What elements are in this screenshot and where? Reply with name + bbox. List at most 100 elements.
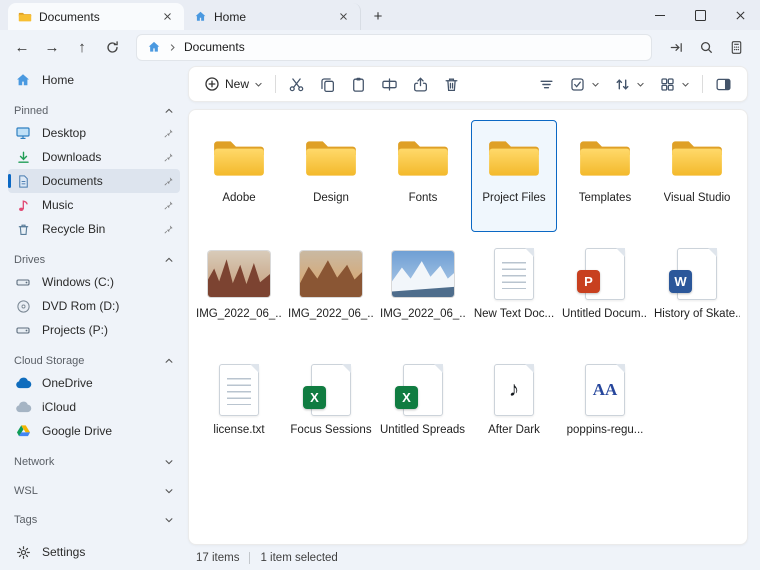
sidebar-item-settings[interactable]: Settings: [8, 540, 180, 564]
file-label: Focus Sessions: [290, 424, 371, 436]
address-bar[interactable]: Documents: [136, 34, 652, 61]
sidebar-item-dvd-d[interactable]: DVD Rom (D:): [8, 294, 180, 318]
new-tab-button[interactable]: +: [365, 4, 391, 28]
close-button[interactable]: [720, 0, 760, 30]
file-label: Adobe: [222, 192, 255, 204]
new-button[interactable]: New: [197, 70, 270, 98]
excel-icon: X: [403, 361, 443, 419]
breadcrumb-home-icon[interactable]: [147, 40, 161, 54]
sidebar-item-downloads[interactable]: Downloads: [8, 145, 180, 169]
sort-icon: [614, 76, 631, 93]
details-pane-button[interactable]: [708, 70, 739, 98]
chevron-up-icon[interactable]: [164, 106, 174, 116]
sidebar-item-onedrive[interactable]: OneDrive: [8, 371, 180, 395]
new-button-label: New: [225, 77, 249, 91]
rename-button[interactable]: [374, 70, 405, 98]
file-item[interactable]: IMG_2022_06_...: [195, 236, 283, 348]
view-layout-button[interactable]: [652, 70, 697, 98]
file-view: Adobe Design Fonts: [188, 109, 748, 545]
pin-icon: [163, 176, 174, 187]
sidebar-section-tags[interactable]: Tags: [8, 510, 180, 530]
sidebar-section-network[interactable]: Network: [8, 452, 180, 472]
minimize-button[interactable]: [640, 0, 680, 30]
filter-icon: [538, 76, 555, 93]
sidebar-section-drives[interactable]: Drives: [8, 250, 180, 270]
file-item[interactable]: New Text Doc...: [471, 236, 557, 348]
word-badge: W: [669, 270, 692, 293]
excel-badge: X: [395, 386, 418, 409]
tab-label: Documents: [39, 10, 152, 24]
sidebar-item-google-drive[interactable]: Google Drive: [8, 419, 180, 443]
tab-home[interactable]: Home: [184, 3, 361, 30]
home-icon: [14, 72, 32, 88]
go-to-icon[interactable]: [662, 33, 690, 61]
sort-button[interactable]: [607, 70, 652, 98]
back-button[interactable]: ←: [8, 33, 36, 61]
file-item[interactable]: X Untitled Spreads...: [379, 352, 467, 464]
calculator-icon[interactable]: [722, 33, 750, 61]
file-item[interactable]: Adobe: [195, 120, 283, 232]
delete-button[interactable]: [436, 70, 467, 98]
pin-icon: [163, 152, 174, 163]
chevron-down-icon[interactable]: [164, 457, 174, 467]
sidebar-section-wsl[interactable]: WSL: [8, 481, 180, 501]
cut-button[interactable]: [281, 70, 312, 98]
plus-circle-icon: [204, 76, 220, 92]
file-item[interactable]: ♪ After Dark: [471, 352, 557, 464]
share-button[interactable]: [405, 70, 436, 98]
sidebar-item-desktop[interactable]: Desktop: [8, 121, 180, 145]
copy-button[interactable]: [312, 70, 343, 98]
file-label: license.txt: [213, 424, 264, 436]
toolbar: New: [188, 66, 748, 102]
tab-close-icon[interactable]: [159, 8, 176, 25]
chevron-up-icon[interactable]: [164, 255, 174, 265]
sidebar-item-music[interactable]: Music: [8, 193, 180, 217]
file-label: Templates: [579, 192, 631, 204]
details-pane-icon: [715, 76, 732, 93]
tab-close-icon[interactable]: [335, 8, 352, 25]
chevron-down-icon[interactable]: [164, 486, 174, 496]
file-item[interactable]: Fonts: [379, 120, 467, 232]
breadcrumb[interactable]: Documents: [184, 40, 245, 54]
paste-button[interactable]: [343, 70, 374, 98]
filter-button[interactable]: [531, 70, 562, 98]
maximize-button[interactable]: [680, 0, 720, 30]
file-item[interactable]: Design: [287, 120, 375, 232]
up-button[interactable]: ↑: [68, 33, 96, 61]
refresh-button[interactable]: [98, 33, 126, 61]
search-icon[interactable]: [692, 33, 720, 61]
sidebar-item-recycle-bin[interactable]: Recycle Bin: [8, 217, 180, 241]
file-item[interactable]: IMG_2022_06_...: [287, 236, 375, 348]
file-item[interactable]: Templates: [561, 120, 649, 232]
sidebar-item-projects-p[interactable]: Projects (P:): [8, 318, 180, 342]
sidebar-item-windows-c[interactable]: Windows (C:): [8, 270, 180, 294]
file-item[interactable]: W History of Skate...: [653, 236, 741, 348]
sidebar-item-home[interactable]: Home: [8, 68, 180, 92]
download-icon: [14, 150, 32, 165]
tab-documents[interactable]: Documents: [8, 3, 184, 30]
select-options-button[interactable]: [562, 70, 607, 98]
file-item[interactable]: P Untitled Docum...: [561, 236, 649, 348]
file-item[interactable]: AA poppins-regu...: [561, 352, 649, 464]
file-item[interactable]: Visual Studio: [653, 120, 741, 232]
sidebar-item-label: Recycle Bin: [42, 222, 153, 236]
chevron-down-icon[interactable]: [164, 515, 174, 525]
file-item-selected[interactable]: Project Files: [471, 120, 557, 232]
refresh-icon: [105, 40, 120, 55]
sidebar-section-cloud-storage[interactable]: Cloud Storage: [8, 351, 180, 371]
desktop-icon: [14, 125, 32, 141]
forward-button[interactable]: →: [38, 33, 66, 61]
chevron-up-icon[interactable]: [164, 356, 174, 366]
rename-icon: [381, 76, 398, 93]
file-label: History of Skate...: [654, 308, 740, 320]
sidebar-item-icloud[interactable]: iCloud: [8, 395, 180, 419]
sidebar-item-label: Google Drive: [42, 424, 174, 438]
paste-icon: [350, 76, 367, 93]
image-thumbnail: [208, 245, 270, 303]
sidebar-item-documents[interactable]: Documents: [8, 169, 180, 193]
sidebar-section-pinned[interactable]: Pinned: [8, 101, 180, 121]
maximize-icon: [695, 10, 706, 21]
file-item[interactable]: IMG_2022_06_...: [379, 236, 467, 348]
file-item[interactable]: license.txt: [195, 352, 283, 464]
file-item[interactable]: X Focus Sessions: [287, 352, 375, 464]
